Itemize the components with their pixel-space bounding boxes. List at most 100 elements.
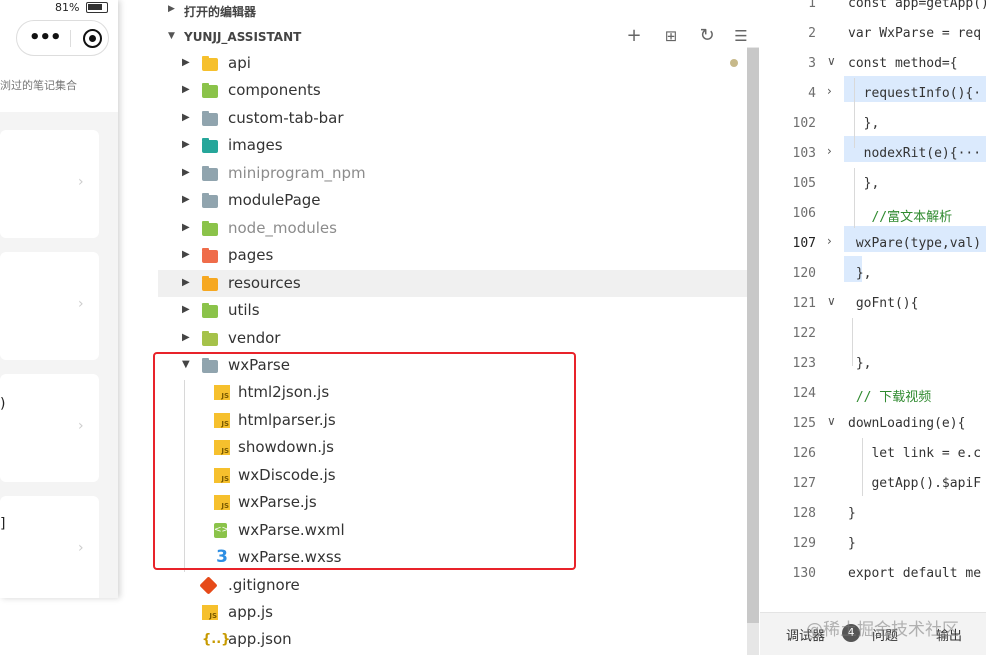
line-number: 121 bbox=[792, 296, 816, 311]
code-line[interactable]: let link = e.c bbox=[848, 446, 981, 461]
close-capsule-icon[interactable] bbox=[83, 29, 102, 48]
code-line[interactable]: getApp().$apiF bbox=[848, 476, 981, 491]
tree-folder-item[interactable]: ▶ utils bbox=[158, 297, 748, 324]
js-file-icon: JS bbox=[202, 605, 218, 620]
line-number: 105 bbox=[792, 176, 816, 191]
tree-folder-item[interactable]: ▶ components bbox=[158, 77, 748, 104]
fold-expanded-icon[interactable]: ∨ bbox=[827, 414, 836, 428]
code-line[interactable]: }, bbox=[848, 176, 880, 191]
simulator-preview: 81% ••• 浏过的笔记集合 › › ) › ] › bbox=[0, 0, 118, 598]
tree-file-item[interactable]: .gitignore bbox=[158, 572, 748, 599]
code-line[interactable]: }, bbox=[848, 116, 880, 131]
tree-item-label: custom-tab-bar bbox=[228, 108, 344, 127]
tree-folder-item[interactable]: ▶ resources bbox=[158, 269, 748, 297]
line-number: 125 bbox=[792, 416, 816, 431]
battery-level: 81% bbox=[55, 1, 80, 14]
line-number: 2 bbox=[808, 26, 816, 41]
file-explorer: ▶ 打开的编辑器 ▼ YUNJJ_ASSISTANT + ⊞ ↻ ☰ ▶ api ▶… bbox=[153, 0, 760, 655]
json-file-icon: {..} bbox=[202, 632, 231, 648]
fold-collapsed-icon[interactable]: › bbox=[827, 84, 832, 98]
fold-collapsed-icon[interactable]: › bbox=[827, 144, 832, 158]
note-card[interactable]: › bbox=[0, 252, 99, 360]
line-number: 123 bbox=[792, 356, 816, 371]
tree-item-label: vendor bbox=[228, 328, 281, 347]
tree-item-label: api bbox=[228, 54, 251, 72]
line-number: 126 bbox=[792, 446, 816, 461]
highlight-box bbox=[153, 352, 576, 570]
collapse-all-icon[interactable]: ☰ bbox=[731, 26, 751, 46]
open-editors-header[interactable]: ▶ 打开的编辑器 bbox=[158, 0, 760, 22]
code-line[interactable]: } bbox=[848, 536, 856, 551]
tree-item-label: app.js bbox=[228, 603, 273, 621]
tree-file-item[interactable]: JS app.js bbox=[158, 599, 748, 626]
tree-folder-item[interactable]: ▶ images bbox=[158, 132, 748, 159]
tree-folder-item[interactable]: ▶ pages bbox=[158, 242, 748, 269]
code-line[interactable]: const method={ bbox=[848, 56, 958, 71]
fold-expanded-icon[interactable]: ∨ bbox=[827, 54, 836, 68]
note-card[interactable]: ) › bbox=[0, 374, 99, 482]
code-line[interactable]: wxPare(type,val) bbox=[848, 236, 981, 251]
tree-item-label: utils bbox=[228, 301, 260, 320]
folder-icon bbox=[202, 193, 218, 209]
note-card[interactable]: ] › bbox=[0, 496, 99, 598]
line-number: 127 bbox=[792, 476, 816, 491]
tree-item-label: images bbox=[228, 136, 283, 155]
chevron-right-icon: › bbox=[78, 174, 84, 190]
vendor-folder-icon bbox=[202, 330, 218, 346]
refresh-icon[interactable]: ↻ bbox=[697, 26, 717, 46]
code-line[interactable]: export default me bbox=[848, 566, 981, 581]
tree-folder-item[interactable]: ▶ node_modules bbox=[158, 215, 748, 242]
fold-expanded-icon[interactable]: ∨ bbox=[827, 294, 836, 308]
tree-item-label: modulePage bbox=[228, 191, 321, 210]
tree-folder-item[interactable]: ▶ custom-tab-bar bbox=[158, 105, 748, 132]
new-folder-icon[interactable]: ⊞ bbox=[661, 26, 681, 46]
line-number: 107 bbox=[792, 236, 816, 251]
chevron-right-icon: ▶ bbox=[182, 194, 190, 206]
fold-collapsed-icon[interactable]: › bbox=[827, 234, 832, 248]
folder-icon bbox=[202, 165, 218, 181]
code-line[interactable]: var WxParse = req bbox=[848, 26, 981, 41]
utils-folder-icon bbox=[202, 303, 218, 319]
chevron-right-icon: ▶ bbox=[182, 111, 190, 123]
code-line[interactable]: }, bbox=[848, 266, 872, 281]
battery-icon bbox=[86, 2, 108, 13]
chevron-right-icon: ▶ bbox=[182, 84, 190, 96]
line-number: 122 bbox=[792, 326, 816, 341]
scrollbar-thumb[interactable] bbox=[747, 48, 759, 623]
chevron-right-icon: › bbox=[78, 296, 84, 312]
new-file-icon[interactable]: + bbox=[624, 26, 644, 46]
node-folder-icon bbox=[202, 220, 218, 236]
code-line[interactable]: } bbox=[848, 506, 856, 521]
note-card[interactable]: › bbox=[0, 130, 99, 238]
line-number: 4 bbox=[808, 86, 816, 101]
code-line[interactable]: nodexRit(e){··· bbox=[848, 146, 981, 161]
line-number: 129 bbox=[792, 536, 816, 551]
chevron-right-icon: ▶ bbox=[182, 139, 190, 151]
tree-file-item[interactable]: {..} app.json bbox=[158, 626, 748, 653]
chevron-right-icon: ▶ bbox=[182, 221, 190, 233]
pages-folder-icon bbox=[202, 248, 218, 264]
resources-folder-icon bbox=[202, 275, 218, 291]
code-line[interactable]: // 下载视频 bbox=[848, 386, 932, 405]
tree-item-label: miniprogram_npm bbox=[228, 163, 366, 182]
chevron-right-icon: ▶ bbox=[182, 276, 190, 288]
more-icon[interactable]: ••• bbox=[29, 27, 62, 48]
tree-folder-item[interactable]: ▶ vendor bbox=[158, 325, 748, 352]
chevron-right-icon: › bbox=[78, 540, 84, 556]
code-line[interactable]: //富文本解析 bbox=[848, 206, 952, 225]
code-editor[interactable]: 1 const app=getApp() 2 var WxParse = req 3 ∨ c… bbox=[760, 0, 986, 612]
tree-folder-item[interactable]: ▶ modulePage bbox=[158, 187, 748, 214]
code-line[interactable]: requestInfo(){· bbox=[848, 86, 981, 101]
capsule-menu[interactable]: ••• bbox=[16, 20, 109, 56]
line-number: 103 bbox=[792, 146, 816, 161]
tree-folder-item[interactable]: ▶ miniprogram_npm bbox=[158, 160, 748, 187]
code-line[interactable]: const app=getApp() bbox=[848, 0, 986, 11]
chevron-right-icon: ▶ bbox=[168, 4, 175, 14]
tree-folder-item[interactable]: ▶ api bbox=[158, 50, 748, 77]
page-subtitle: 浏过的笔记集合 bbox=[0, 79, 77, 92]
chevron-right-icon: ▶ bbox=[182, 331, 190, 343]
code-line[interactable]: downLoading(e){ bbox=[848, 416, 965, 431]
git-file-icon bbox=[199, 575, 218, 595]
code-line[interactable]: goFnt(){ bbox=[848, 296, 919, 311]
chevron-right-icon: ▶ bbox=[182, 57, 190, 68]
